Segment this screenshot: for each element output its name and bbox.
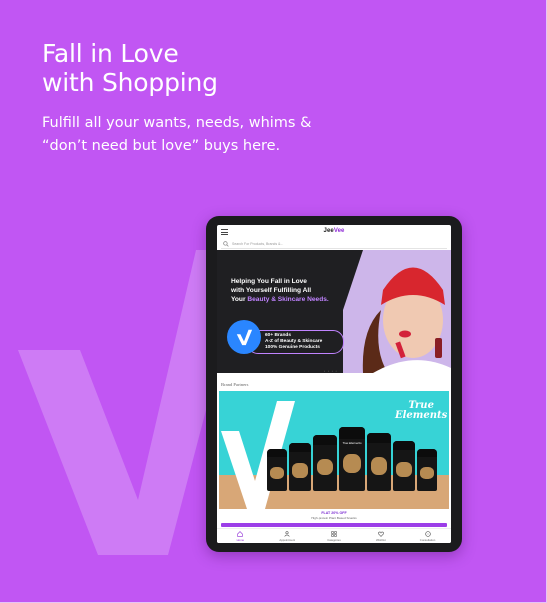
badge-line-2: A-Z of Beauty & Skincare	[265, 339, 323, 344]
nav-item-categories[interactable]: Categories	[311, 529, 358, 543]
logo-accent: Vee	[333, 228, 345, 234]
badge-text: 60+ Brands A-Z of Beauty & Skincare 100%…	[265, 333, 322, 351]
offer-title: FLAT 20% OFF	[321, 511, 347, 515]
hero-headline: Helping You Fall in Love with Yourself F…	[231, 277, 371, 304]
nav-label-categories: Categories	[327, 538, 341, 542]
brand-promo-banner[interactable]: True Elements True Elements	[219, 391, 449, 509]
hero-line-2: with Yourself Fulfilling All	[231, 287, 312, 294]
hero-line-3-prefix: Your	[231, 296, 248, 303]
nav-item-wishlist[interactable]: Wishlist	[357, 529, 404, 543]
carousel-dots[interactable]: • • • •	[324, 369, 338, 373]
hero-badge: 60+ Brands A-Z of Beauty & Skincare 100%…	[227, 320, 345, 354]
promo-brand-line-2: Elements	[395, 410, 448, 421]
categories-icon	[331, 531, 337, 537]
nav-item-home[interactable]: Home	[217, 529, 264, 543]
home-icon	[237, 531, 244, 537]
hero-line-1: Helping You Fall in Love	[231, 278, 307, 285]
appointment-icon	[284, 531, 290, 537]
product-jar	[267, 449, 287, 491]
search-bar[interactable]: Search For Products, Brands &...	[221, 239, 447, 249]
heart-icon	[377, 531, 384, 537]
headline-line-1: Fall in Love	[42, 39, 179, 68]
hero-line-3-highlight: Beauty & Skincare Needs.	[247, 296, 329, 303]
page-subheadline: Fulfill all your wants, needs, whims & “…	[42, 112, 311, 158]
offer-underline	[221, 523, 447, 527]
section-title: Brand Partners	[221, 382, 249, 387]
chat-icon	[424, 531, 431, 537]
product-jar: True Elements	[339, 427, 365, 491]
logo-main: Jee	[323, 228, 334, 234]
badge-line-1: 60+ Brands	[265, 333, 291, 338]
brand-v-badge-icon	[227, 320, 261, 354]
subheadline-line-2: “don’t need but love” buys here.	[42, 138, 281, 154]
hero-banner[interactable]: Helping You Fall in Love with Yourself F…	[217, 250, 451, 373]
offer-subtitle: High-protein Plant Based Snacks	[311, 516, 357, 520]
product-jar	[417, 449, 437, 491]
product-jar	[289, 443, 311, 491]
bottom-navigation: Home Appointment Categories Wishlist Con…	[217, 528, 451, 543]
jar-label: True Elements	[342, 441, 362, 446]
nav-label-appointment: Appointment	[279, 538, 296, 542]
headline-line-2: with Shopping	[42, 68, 218, 97]
app-screen: JeeVee Search For Products, Brands &...	[217, 225, 451, 543]
nav-label-home: Home	[236, 538, 245, 542]
page-headline: Fall in Love with Shopping	[42, 39, 218, 97]
product-jar	[367, 433, 391, 491]
hero-model-image	[343, 250, 451, 373]
app-header: JeeVee	[217, 225, 451, 239]
nav-label-consultation: Consultation	[419, 538, 436, 542]
true-elements-logo: True Elements	[395, 401, 447, 421]
offer-text: FLAT 20% OFF High-protein Plant Based Sn…	[217, 511, 451, 520]
search-icon	[223, 240, 229, 247]
app-logo[interactable]: JeeVee	[217, 228, 451, 234]
product-jar	[393, 441, 415, 491]
search-input[interactable]: Search For Products, Brands &...	[232, 242, 283, 246]
nav-item-appointment[interactable]: Appointment	[264, 529, 311, 543]
badge-line-3: 100% Genuine Products	[265, 345, 320, 350]
promo-banner: Fall in Love with Shopping Fulfill all y…	[0, 0, 547, 603]
subheadline-line-1: Fulfill all your wants, needs, whims &	[42, 115, 312, 131]
tablet-mockup: JeeVee Search For Products, Brands &...	[206, 216, 462, 552]
product-jar	[313, 435, 337, 491]
nav-item-consultation[interactable]: Consultation	[404, 529, 451, 543]
nav-label-wishlist: Wishlist	[375, 538, 386, 542]
